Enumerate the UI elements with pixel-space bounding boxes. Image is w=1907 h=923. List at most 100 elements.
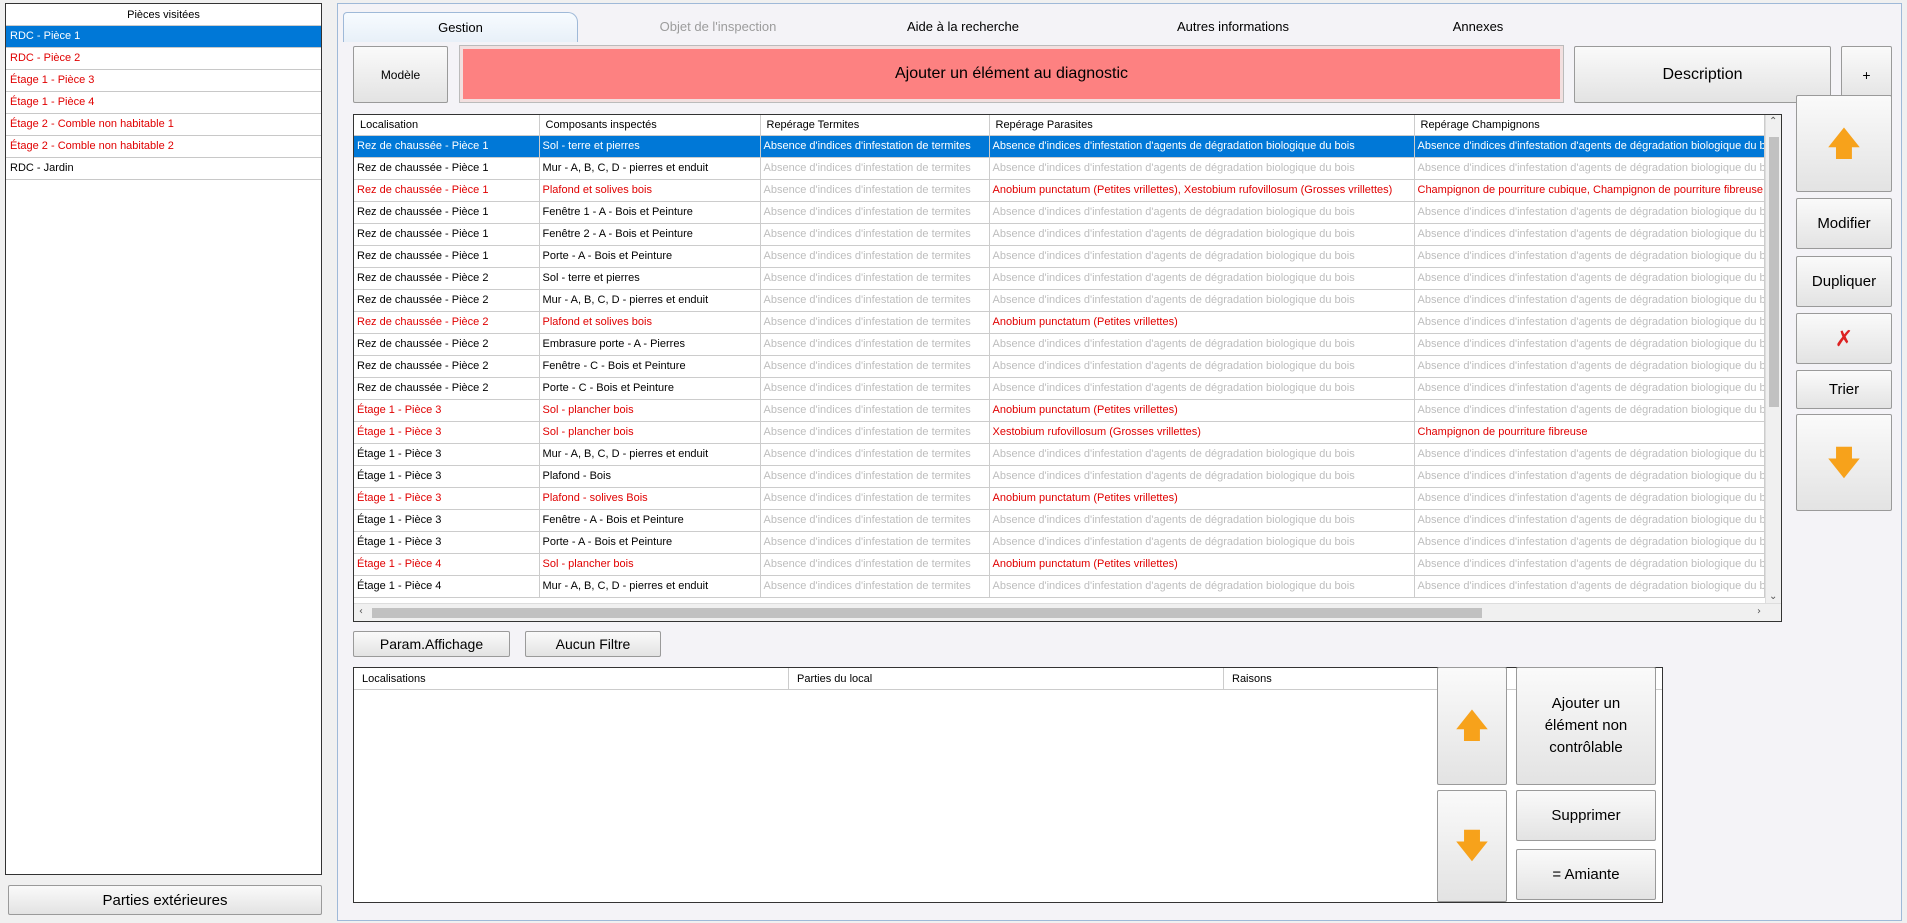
tab-other-info[interactable]: Autres informations [1098, 12, 1368, 42]
table-cell: Absence d'indices d'infestation de termi… [760, 575, 990, 598]
table-row[interactable]: Étage 1 - Pièce 3 Porte - A - Bois et Pei… [354, 531, 1765, 554]
table-row[interactable]: Rez de chaussée - Pièce 2 Embrasure porte… [354, 333, 1765, 356]
table-row[interactable]: Rez de chaussée - Pièce 2 Fenêtre - C - B… [354, 355, 1765, 378]
table-row[interactable]: Rez de chaussée - Pièce 1 Porte - A - Boi… [354, 245, 1765, 268]
table-row[interactable]: Rez de chaussée - Pièce 2 Mur - A, B, C, … [354, 289, 1765, 312]
table-cell: Étage 1 - Pièce 3 [354, 421, 540, 444]
delete-icon: ✗ [1834, 325, 1854, 351]
table-cell: Anobium punctatum (Petites vrillettes) [989, 399, 1415, 422]
table-row[interactable]: Rez de chaussée - Pièce 1 Sol - terre et … [354, 135, 1765, 158]
table-cell: Absence d'indices d'infestation d'agents… [1414, 289, 1765, 312]
move-down-uncontrollable-button[interactable]: 🡇 [1437, 790, 1507, 902]
room-item[interactable]: Étage 2 - Comble non habitable 2 [6, 136, 321, 158]
column-header[interactable]: Repérage Termites [760, 115, 990, 136]
table-row[interactable]: Rez de chaussée - Pièce 1 Mur - A, B, C, … [354, 157, 1765, 180]
table-cell: Rez de chaussée - Pièce 2 [354, 333, 540, 356]
grid-vertical-scrollbar[interactable]: ⌃ ⌄ [1765, 115, 1781, 603]
model-button[interactable]: Modèle [353, 46, 448, 103]
scroll-left-icon[interactable]: ‹ [359, 606, 363, 617]
table-cell: Fenêtre 2 - A - Bois et Peinture [539, 223, 761, 246]
tab-bar: Gestion Objet de l'inspection Aide à la … [338, 10, 1901, 42]
tab-gestion[interactable]: Gestion [343, 12, 578, 42]
grid-horizontal-scrollbar[interactable]: ‹ › [354, 603, 1781, 621]
table-cell: Embrasure porte - A - Pierres [539, 333, 761, 356]
table-cell: Absence d'indices d'infestation d'agents… [1414, 333, 1765, 356]
modify-button[interactable]: Modifier [1796, 198, 1892, 249]
room-item[interactable]: RDC - Pièce 2 [6, 48, 321, 70]
tab-search-help[interactable]: Aide à la recherche [848, 12, 1078, 42]
table-row[interactable]: Étage 1 - Pièce 3 Mur - A, B, C, D - pier… [354, 443, 1765, 466]
column-header[interactable]: Localisations [354, 668, 789, 690]
table-cell: Porte - A - Bois et Peinture [539, 531, 761, 554]
tab-inspection-object[interactable]: Objet de l'inspection [603, 12, 833, 42]
main-panel: Gestion Objet de l'inspection Aide à la … [337, 3, 1902, 921]
table-cell: Sol - plancher bois [539, 399, 761, 422]
asbestos-button[interactable]: = Amiante [1516, 849, 1656, 900]
table-cell: Absence d'indices d'infestation d'agents… [989, 465, 1415, 488]
table-cell: Absence d'indices d'infestation d'agents… [989, 245, 1415, 268]
scroll-thumb[interactable] [1769, 137, 1779, 407]
room-item[interactable]: Étage 1 - Pièce 3 [6, 70, 321, 92]
visited-rooms-panel: Pièces visitées RDC - Pièce 1 RDC - Pièce… [5, 3, 322, 875]
description-button[interactable]: Description [1574, 46, 1831, 103]
add-uncontrollable-element-button[interactable]: Ajouter un élément non contrôlable [1516, 667, 1656, 785]
column-header[interactable]: Parties du local [789, 668, 1224, 690]
table-row[interactable]: Rez de chaussée - Pièce 2 Plafond et soli… [354, 311, 1765, 334]
table-row[interactable]: Rez de chaussée - Pièce 2 Sol - terre et … [354, 267, 1765, 290]
table-row[interactable]: Étage 1 - Pièce 3 Plafond - solives Bois A… [354, 487, 1765, 510]
table-cell: Étage 1 - Pièce 3 [354, 487, 540, 510]
table-cell: Rez de chaussée - Pièce 1 [354, 179, 540, 202]
table-cell: Absence d'indices d'infestation d'agents… [989, 355, 1415, 378]
table-row[interactable]: Rez de chaussée - Pièce 1 Plafond et soli… [354, 179, 1765, 202]
column-header[interactable]: Localisation [354, 115, 540, 136]
table-cell: Absence d'indices d'infestation d'agents… [989, 333, 1415, 356]
table-cell: Absence d'indices d'infestation de termi… [760, 377, 990, 400]
column-header[interactable]: Composants inspectés [539, 115, 761, 136]
table-cell: Absence d'indices d'infestation de termi… [760, 201, 990, 224]
table-row[interactable]: Étage 1 - Pièce 4 Sol - plancher bois Abse… [354, 553, 1765, 576]
move-up-uncontrollable-button[interactable]: 🡅 [1437, 667, 1507, 785]
table-cell: Absence d'indices d'infestation de termi… [760, 333, 990, 356]
column-header[interactable]: Repérage Champignons [1414, 115, 1765, 136]
table-cell: Étage 1 - Pièce 3 [354, 443, 540, 466]
scroll-right-icon[interactable]: › [1757, 606, 1761, 617]
table-row[interactable]: Étage 1 - Pièce 4 Mur - A, B, C, D - pier… [354, 575, 1765, 598]
add-diagnostic-element-button[interactable]: Ajouter un élément au diagnostic [459, 45, 1564, 103]
table-cell: Anobium punctatum (Petites vrillettes) [989, 311, 1415, 334]
table-cell: Étage 1 - Pièce 3 [354, 509, 540, 532]
room-item[interactable]: RDC - Pièce 1 [6, 26, 321, 48]
table-cell: Absence d'indices d'infestation d'agents… [1414, 311, 1765, 334]
display-params-button[interactable]: Param.Affichage [353, 631, 510, 657]
move-up-button[interactable]: 🡅 [1796, 95, 1892, 192]
move-down-button[interactable]: 🡇 [1796, 414, 1892, 511]
table-row[interactable]: Étage 1 - Pièce 3 Plafond - Bois Absence d… [354, 465, 1765, 488]
room-item[interactable]: Étage 2 - Comble non habitable 1 [6, 114, 321, 136]
table-cell: Absence d'indices d'infestation de termi… [760, 487, 990, 510]
exterior-parts-button[interactable]: Parties extérieures [8, 885, 322, 915]
no-filter-button[interactable]: Aucun Filtre [525, 631, 661, 657]
scroll-down-icon[interactable]: ⌄ [1769, 591, 1777, 602]
delete-button[interactable]: Supprimer [1516, 790, 1656, 841]
room-item[interactable]: Étage 1 - Pièce 4 [6, 92, 321, 114]
table-cell: Sol - plancher bois [539, 553, 761, 576]
scroll-up-icon[interactable]: ⌃ [1769, 116, 1777, 127]
delete-row-button[interactable]: ✗ [1796, 313, 1892, 364]
table-row[interactable]: Étage 1 - Pièce 3 Sol - plancher bois Abse… [354, 421, 1765, 444]
table-cell: Absence d'indices d'infestation de termi… [760, 443, 990, 466]
table-cell: Rez de chaussée - Pièce 1 [354, 135, 540, 158]
table-row[interactable]: Étage 1 - Pièce 3 Sol - plancher bois Abse… [354, 399, 1765, 422]
room-item[interactable]: RDC - Jardin [6, 158, 321, 180]
table-cell: Absence d'indices d'infestation d'agents… [1414, 201, 1765, 224]
table-cell: Absence d'indices d'infestation d'agents… [989, 289, 1415, 312]
tab-annexes[interactable]: Annexes [1378, 12, 1578, 42]
table-row[interactable]: Étage 1 - Pièce 3 Fenêtre - A - Bois et P… [354, 509, 1765, 532]
column-header[interactable]: Repérage Parasites [989, 115, 1415, 136]
table-cell: Absence d'indices d'infestation d'agents… [1414, 355, 1765, 378]
table-row[interactable]: Rez de chaussée - Pièce 2 Porte - C - Boi… [354, 377, 1765, 400]
scroll-thumb[interactable] [372, 608, 1482, 618]
duplicate-button[interactable]: Dupliquer [1796, 256, 1892, 307]
sort-button[interactable]: Trier [1796, 370, 1892, 409]
table-row[interactable]: Rez de chaussée - Pièce 1 Fenêtre 2 - A -… [354, 223, 1765, 246]
diagnostic-grid: Localisation Composants inspectés Repérage… [353, 114, 1782, 622]
table-row[interactable]: Rez de chaussée - Pièce 1 Fenêtre 1 - A -… [354, 201, 1765, 224]
